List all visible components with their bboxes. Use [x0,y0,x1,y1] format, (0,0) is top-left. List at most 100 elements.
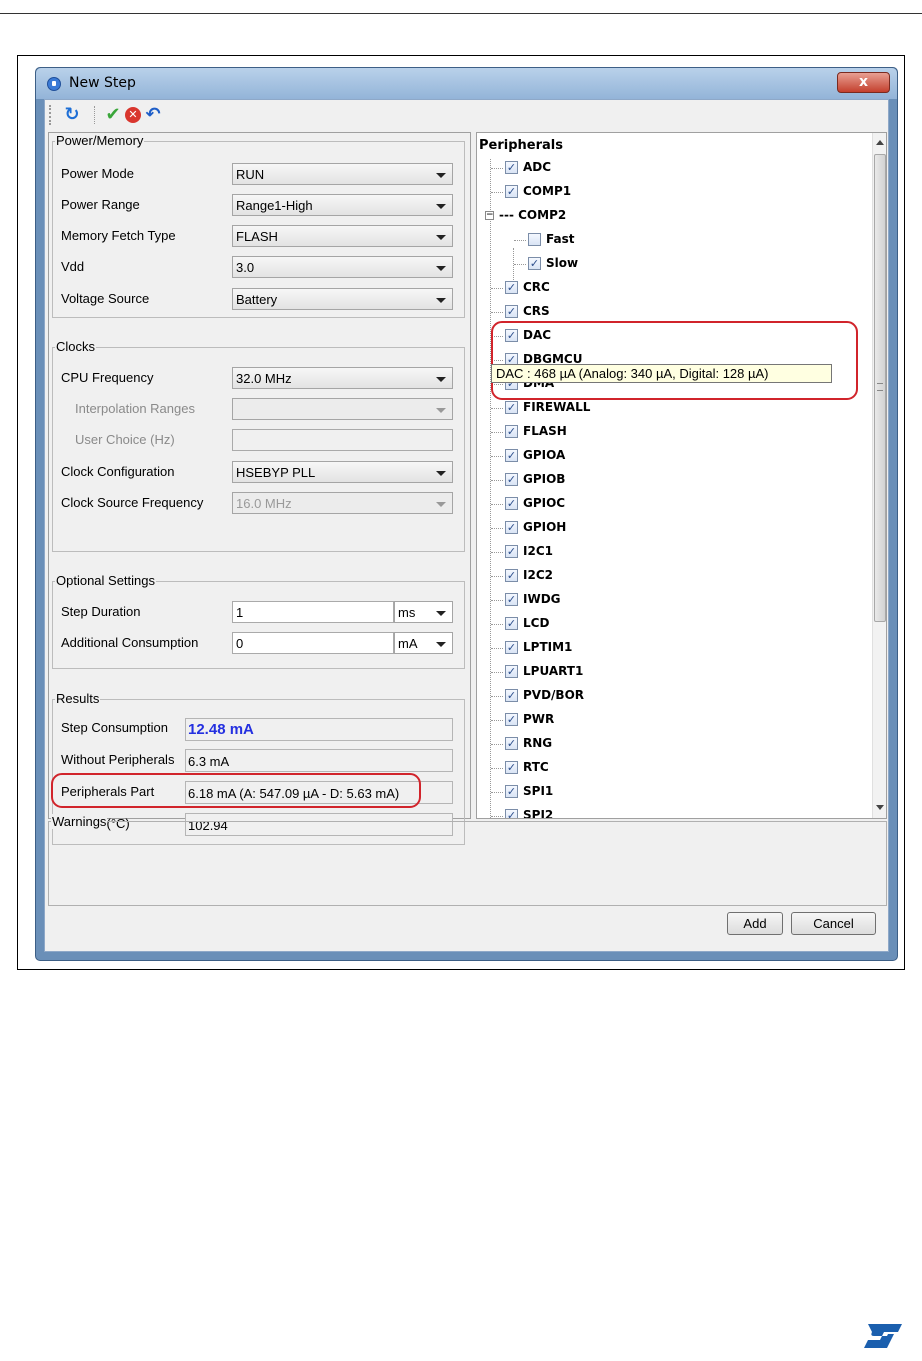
checkbox-checked[interactable]: ✓ [505,401,518,414]
checkbox-checked[interactable]: ✓ [505,497,518,510]
tree-item[interactable]: ✓ FLASH [477,423,867,441]
vdd-select[interactable]: 3.0 [232,256,453,278]
checkbox-checked[interactable]: ✓ [505,545,518,558]
clock-source-frequency-value: 16.0 MHz [236,496,292,511]
tree-item[interactable]: ✓ GPIOA [477,447,867,465]
chevron-down-icon [436,173,446,178]
tree-item-label: RNG [523,736,553,750]
power-range-select[interactable]: Range1-High [232,194,453,216]
cpu-frequency-select[interactable]: 32.0 MHz [232,367,453,389]
tree-item[interactable]: ✓ FIREWALL [477,399,867,417]
checkbox-checked[interactable]: ✓ [505,713,518,726]
checkbox-checked[interactable]: ✓ [505,161,518,174]
tree-item[interactable]: ✓ PWR [477,711,867,729]
additional-consumption-unit-select[interactable]: mA [394,632,453,654]
collapse-icon[interactable]: − [485,211,494,220]
scrollbar-thumb[interactable] [874,154,886,622]
checkbox-checked[interactable]: ✓ [505,761,518,774]
scroll-up-icon[interactable] [876,140,884,145]
tree-item[interactable]: ✓ GPIOH [477,519,867,537]
step-duration-input[interactable]: 1 [232,601,394,623]
tree-item[interactable]: ✓ I2C1 [477,543,867,561]
st-logo [864,1324,902,1348]
step-duration-label: Step Duration [61,604,141,619]
additional-consumption-input[interactable]: 0 [232,632,394,654]
tree-item[interactable]: ✓ LPTIM1 [477,639,867,657]
tree-item[interactable]: ✓ ADC [477,159,867,177]
clocks-label: Clocks [55,339,97,354]
checkbox-checked[interactable]: ✓ [505,665,518,678]
checkbox-checked[interactable]: ✓ [505,569,518,582]
app-icon [47,77,61,91]
highlight-oval [51,773,421,808]
memory-fetch-select[interactable]: FLASH [232,225,453,247]
checkbox-checked[interactable]: ✓ [505,281,518,294]
tree-item[interactable]: ✓ CRS [477,303,867,321]
cancel-button[interactable]: Cancel [791,912,876,935]
toolbar-grip[interactable] [49,105,53,125]
checkbox-checked[interactable]: ✓ [505,689,518,702]
clock-source-frequency-select[interactable]: 16.0 MHz [232,492,453,514]
tree-connector [491,456,503,457]
check-icon[interactable]: ✔ [103,105,123,125]
vertical-scrollbar[interactable] [872,133,886,818]
tree-item[interactable]: Fast [477,231,867,249]
power-memory-label: Power/Memory [55,133,145,148]
tree-item[interactable]: ✓ Slow [477,255,867,273]
tree-item[interactable]: ✓ IWDG [477,591,867,609]
tree-connector [491,792,503,793]
checkbox-unchecked[interactable] [528,233,541,246]
checkbox-checked[interactable]: ✓ [505,449,518,462]
tree-item[interactable]: ✓ GPIOB [477,471,867,489]
tree-item[interactable]: ✓ I2C2 [477,567,867,585]
tree-item[interactable]: ✓ RNG [477,735,867,753]
tree-item-label: GPIOH [523,520,567,534]
tree-item[interactable]: ✓ LPUART1 [477,663,867,681]
power-mode-select[interactable]: RUN [232,163,453,185]
title-bar[interactable]: New Step x [36,68,897,99]
checkbox-checked[interactable]: ✓ [505,785,518,798]
chevron-down-icon [436,377,446,382]
checkbox-checked[interactable]: ✓ [505,473,518,486]
checkbox-checked[interactable]: ✓ [505,737,518,750]
step-duration-unit-select[interactable]: ms [394,601,453,623]
page-header-rule [0,13,922,14]
tree-item[interactable]: ✓ SPI2 [477,807,867,818]
tree-item[interactable]: ✓ COMP1 [477,183,867,201]
tree-connector [491,672,503,673]
tree-item-label: ADC [523,160,552,174]
new-step-dialog: New Step x ↻ ✔ ✕ ↶ Power/Memory Power Mo… [35,67,898,961]
refresh-icon[interactable]: ↻ [62,105,82,125]
tree-item-label: PVD/BOR [523,688,585,702]
tree-item[interactable]: ✓ CRC [477,279,867,297]
checkbox-checked[interactable]: ✓ [528,257,541,270]
scroll-down-icon[interactable] [876,805,884,810]
tree-item[interactable]: ✓ RTC [477,759,867,777]
tree-item[interactable]: ✓ PVD/BOR [477,687,867,705]
checkbox-checked[interactable]: ✓ [505,617,518,630]
cancel-icon[interactable]: ✕ [123,105,143,125]
tree-item-label: CRC [523,280,550,294]
checkbox-checked[interactable]: ✓ [505,425,518,438]
checkbox-checked[interactable]: ✓ [505,521,518,534]
checkbox-checked[interactable]: ✓ [505,185,518,198]
tree-item[interactable]: − --- COMP2 [477,207,867,225]
clock-configuration-select[interactable]: HSEBYP PLL [232,461,453,483]
tree-item[interactable]: ✓ LCD [477,615,867,633]
results-label: Results [55,691,101,706]
user-choice-label: User Choice (Hz) [75,432,175,447]
memory-fetch-label: Memory Fetch Type [61,228,176,243]
add-button[interactable]: Add [727,912,783,935]
checkbox-checked[interactable]: ✓ [505,593,518,606]
close-button[interactable]: x [837,72,890,93]
power-memory-group: Power/Memory Power Mode RUN Power Range … [52,133,465,318]
checkbox-checked[interactable]: ✓ [505,305,518,318]
undo-icon[interactable]: ↶ [143,105,163,125]
checkbox-checked[interactable]: ✓ [505,809,518,818]
tree-item[interactable]: ✓ GPIOC [477,495,867,513]
voltage-source-select[interactable]: Battery [232,288,453,310]
checkbox-checked[interactable]: ✓ [505,641,518,654]
tree-item[interactable]: ✓ SPI1 [477,783,867,801]
power-range-label: Power Range [61,197,140,212]
chevron-down-icon [436,611,446,616]
